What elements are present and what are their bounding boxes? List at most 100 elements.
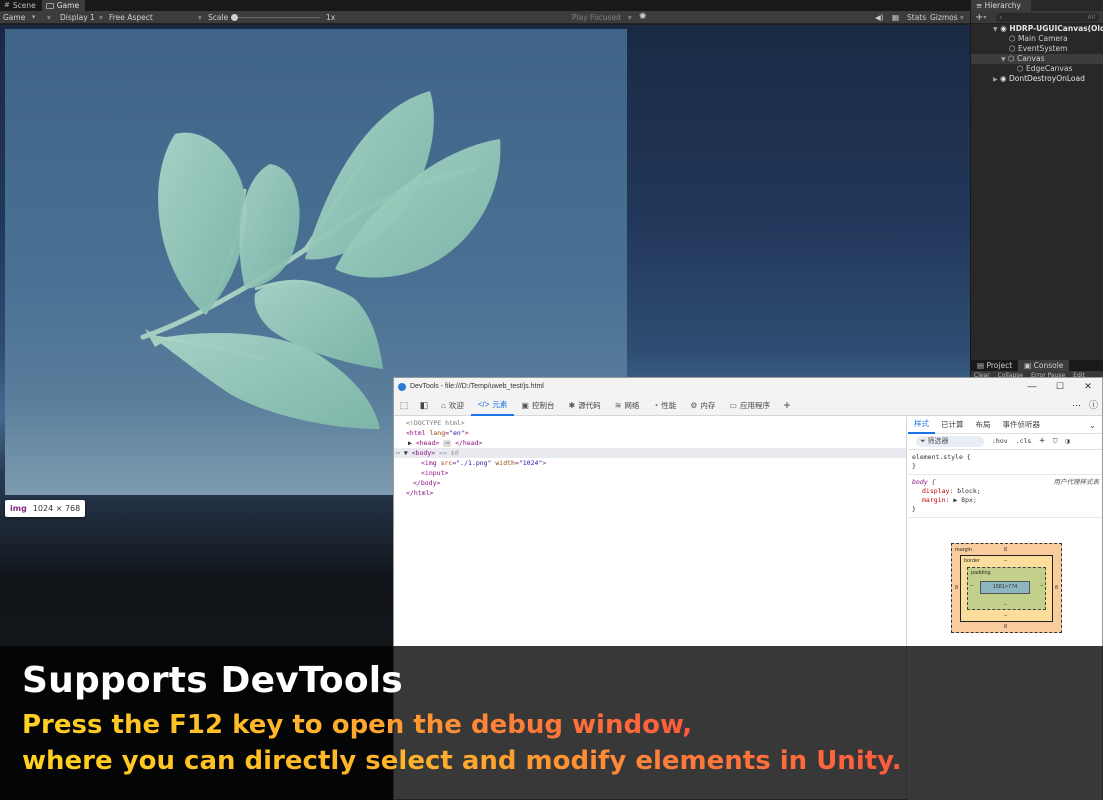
inspect-element-icon[interactable]: ⬚ [394,395,414,416]
help-icon[interactable]: ⓘ [1089,395,1098,416]
display-declaration[interactable]: display: block; [912,487,1098,496]
game-view-dropdown[interactable]: Game [3,11,36,24]
border-bottom-value[interactable]: – [1004,613,1007,619]
hierarchy-tab[interactable]: ≡ Hierarchy [971,0,1031,11]
tab-console[interactable]: ▣ 控制台 [514,395,561,416]
margin-bottom-value[interactable]: 8 [1004,624,1007,630]
tab-layout[interactable]: 布局 [970,417,997,433]
expand-arrow-icon[interactable]: ▶ [953,496,957,504]
dom-node-body[interactable]: ⋯ ▼ <body> == $0 [394,448,906,458]
body-ua-rule[interactable]: 用户代理样式表 body { display: block; margin: ▶… [908,475,1102,518]
hierarchy-item-main-camera[interactable]: ⬡ Main Camera [971,34,1103,44]
collapse-arrow-icon[interactable]: ▼ [404,449,412,457]
padding-bottom-value[interactable]: – [1004,602,1007,608]
hierarchy-item-edgecanvas[interactable]: ⬡ EdgeCanvas [971,64,1103,74]
tab-game[interactable]: Game [41,0,86,11]
expand-arrow-icon[interactable]: ▼ [1001,56,1006,63]
styles-filter-input[interactable]: ⏷ 筛选器 [916,436,984,447]
tab-console[interactable]: ▣ Console [1018,360,1070,371]
padding-label: padding [971,570,991,576]
tab-performance[interactable]: ◔ 性能 [646,395,683,416]
tab-application[interactable]: ▭ 应用程序 [722,395,777,416]
dom-node-doctype[interactable]: <!DOCTYPE html> [394,418,906,428]
tab-network[interactable]: ≋ 网络 [608,395,647,416]
chevron-down-icon[interactable]: ⌄ [1089,417,1096,434]
tooltip-size: 1024 × 768 [32,504,81,513]
tab-label: 源代码 [578,400,601,410]
tab-styles[interactable]: 样式 [908,416,935,434]
hierarchy-item-eventsystem[interactable]: ⬡ EventSystem [971,44,1103,54]
tab-elements[interactable]: </> 元素 [470,395,515,416]
display-dropdown[interactable]: Display 1 [60,11,95,24]
user-agent-stylesheet-label: 用户代理样式表 [1053,479,1100,486]
hierarchy-item-dontdestroyonload[interactable]: ▶ ◉ DontDestroyOnLoad [971,74,1103,84]
wifi-icon: ≋ [614,400,622,410]
devtools-titlebar: DevTools - file:///D:/Temp/uweb_test/js.… [394,378,1102,395]
gizmos-button[interactable]: Gizmos [930,11,958,24]
margin-left-value[interactable]: 8 [955,585,958,591]
padding-left-value[interactable]: – [970,583,973,589]
scale-slider-handle[interactable] [231,14,238,21]
hov-toggle[interactable]: :hov [992,437,1008,446]
filter-icon: ⏷ [920,438,928,445]
border-top-value[interactable]: – [1004,558,1007,564]
dom-node-img[interactable]: <img src="./1.png" width="1024"> [394,458,906,468]
device-toolbar-icon[interactable]: ◧ [414,395,434,416]
expand-arrow-icon[interactable]: ▼ [993,26,998,33]
minimize-icon[interactable]: — [1018,378,1046,395]
box-model-padding[interactable]: padding – – – 1581×774 [967,567,1046,610]
collapsed-ellipsis[interactable]: ⋯ [443,440,452,447]
devtools-window-title: DevTools - file:///D:/Temp/uweb_test/js.… [410,383,544,390]
box-model-border[interactable]: border – – padding – – – 1581×774 [960,555,1053,622]
add-object-button[interactable]: + [975,12,983,23]
maximize-icon[interactable]: ☐ [1046,378,1074,395]
dom-node-html[interactable]: <html lang="en"> [394,428,906,438]
close-icon[interactable]: ✕ [1074,378,1102,395]
hierarchy-search-input[interactable]: ⌕ All [996,12,1099,22]
margin-declaration[interactable]: margin: ▶ 8px; [912,496,1098,505]
scale-slider-track[interactable] [232,17,320,18]
add-tab-icon[interactable]: + [777,395,797,416]
new-rule-icon[interactable]: + [1039,437,1044,446]
tab-computed[interactable]: 已计算 [935,417,970,433]
speaker-icon[interactable]: ◀) [875,11,884,24]
tab-sources[interactable]: ✱ 源代码 [561,395,607,416]
stats-button[interactable]: Stats [907,11,926,24]
sidebar-toggle-icon[interactable]: ◨ [1066,437,1070,446]
cls-toggle[interactable]: .cls [1016,437,1032,446]
tab-memory[interactable]: ⚙ 内存 [683,395,722,416]
tab-label: 应用程序 [739,400,770,410]
padding-right-value[interactable]: – [1040,583,1043,589]
rule-close-brace: } [912,505,916,513]
dom-node-html-close[interactable]: </html> [394,488,906,498]
expand-arrow-icon[interactable]: ▶ [408,439,416,447]
dom-node-input[interactable]: <input> [394,468,906,478]
margin-right-value[interactable]: 8 [1055,585,1058,591]
margin-top-value[interactable]: 8 [1004,547,1007,553]
list-icon: ≡ [976,1,985,10]
rule-close-brace: } [912,462,916,470]
expand-arrow-icon[interactable]: ▶ [993,76,998,83]
box-model-diagram[interactable]: margin 8 8 8 8 border – – padding – – – … [951,543,1062,633]
tab-scene[interactable]: # Scene [0,0,42,11]
dom-node-head[interactable]: ▶ <head> ⋯ </head> [394,438,906,448]
sun-icon[interactable]: ✺ [639,11,647,24]
hierarchy-item-canvas[interactable]: ▼ ⬡ Canvas [971,54,1103,64]
search-filter-label: All [1087,13,1095,21]
border-label: border [964,558,980,564]
window-icon: ▭ [729,400,737,410]
box-model-content-size[interactable]: 1581×774 [980,581,1030,594]
paint-icon[interactable]: ⛉ [1053,437,1058,446]
hierarchy-item-scene[interactable]: ▼ ◉ HDRP-UGUICanvas(Old) [971,24,1103,34]
aspect-dropdown[interactable]: Free Aspect [109,11,153,24]
chevron-down-icon[interactable]: ▾ [983,14,986,21]
element-style-rule[interactable]: element.style { } [908,450,1102,475]
tab-project[interactable]: ▤ Project [971,360,1018,371]
tab-event-listeners[interactable]: 事件侦听器 [997,417,1047,433]
play-focused-dropdown[interactable]: Play Focused [572,11,621,24]
more-options-icon[interactable]: ⋯ [1072,395,1081,416]
dom-node-body-close[interactable]: </body> [394,478,906,488]
tab-welcome[interactable]: ⌂ 欢迎 [434,395,471,416]
grid-icon[interactable]: ▦ [892,11,899,24]
memory-icon: ⚙ [690,400,698,410]
